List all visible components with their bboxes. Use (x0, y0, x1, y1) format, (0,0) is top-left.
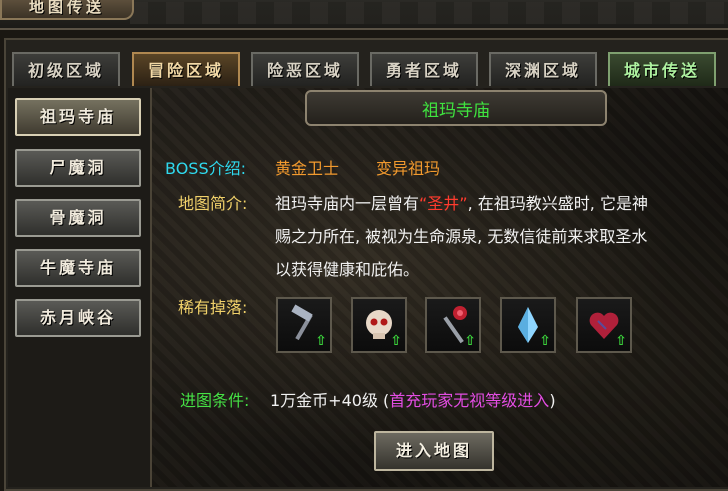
boss-name: 变异祖玛 (376, 159, 441, 178)
nav-bull-demon-temple[interactable]: 牛魔寺庙 (15, 249, 141, 287)
tab-beginner-area[interactable]: 初级区域 (12, 52, 120, 86)
entry-close-paren: ) (549, 391, 556, 410)
entry-requirement: 1万金币+40级 (270, 391, 378, 410)
drop-slot[interactable]: ⇧ (576, 297, 632, 353)
boss-name: 黄金卫士 (275, 159, 340, 178)
nav-corpse-demon-cave[interactable]: 尸魔洞 (15, 149, 141, 187)
intro-text-line2: 赐之力所在, 被视为生命源泉, 无数信徒前来求取圣水 (275, 227, 648, 246)
entry-condition: 1万金币+40级 (首充玩家无视等级进入) (270, 387, 556, 411)
nav-bone-demon-cave[interactable]: 骨魔洞 (15, 199, 141, 237)
tab-adventure-area[interactable]: 冒险区域 (132, 52, 240, 86)
upgrade-arrow-icon: ⇧ (315, 333, 327, 349)
tab-city-teleport[interactable]: 城市传送 (608, 52, 716, 86)
nav-red-moon-canyon[interactable]: 赤月峡谷 (15, 299, 141, 337)
boss-label: BOSS介绍: (165, 159, 246, 178)
drop-slot[interactable]: ⇧ (276, 297, 332, 353)
drops-label: 稀有掉落: (178, 298, 248, 317)
tab-abyss-area[interactable]: 深渊区域 (489, 52, 597, 86)
map-detail-panel (152, 88, 728, 487)
drop-slot[interactable]: ⇧ (351, 297, 407, 353)
top-bar: 地图传送 (0, 0, 728, 30)
top-ornament (130, 2, 728, 24)
entry-label: 进图条件: (180, 391, 250, 410)
entry-note: 首充玩家无视等级进入 (389, 391, 550, 410)
upgrade-arrow-icon: ⇧ (464, 333, 476, 349)
window-title: 地图传送 (0, 0, 134, 20)
intro-text-post: , 在祖玛教兴盛时, 它是神 (467, 194, 648, 213)
drop-slot[interactable]: ⇧ (425, 297, 481, 353)
intro-highlight: “圣井” (419, 194, 468, 213)
enter-map-button[interactable]: 进入地图 (374, 431, 494, 471)
tab-dangerous-area[interactable]: 险恶区域 (251, 52, 359, 86)
upgrade-arrow-icon: ⇧ (615, 333, 627, 349)
upgrade-arrow-icon: ⇧ (539, 333, 551, 349)
intro-text-pre: 祖玛寺庙内一层曾有 (275, 194, 420, 213)
nav-zuma-temple[interactable]: 祖玛寺庙 (15, 98, 141, 136)
intro-text-line3: 以获得健康和庇佑。 (275, 260, 420, 279)
map-list-sidebar: 祖玛寺庙 尸魔洞 骨魔洞 牛魔寺庙 赤月峡谷 (8, 88, 152, 487)
intro-text-line1: 祖玛寺庙内一层曾有“圣井”, 在祖玛教兴盛时, 它是神 (275, 190, 648, 214)
drop-slot[interactable]: ⇧ (500, 297, 556, 353)
upgrade-arrow-icon: ⇧ (390, 333, 402, 349)
map-title: 祖玛寺庙 (422, 101, 490, 121)
tab-brave-area[interactable]: 勇者区域 (370, 52, 478, 86)
intro-label: 地图简介: (178, 194, 248, 213)
